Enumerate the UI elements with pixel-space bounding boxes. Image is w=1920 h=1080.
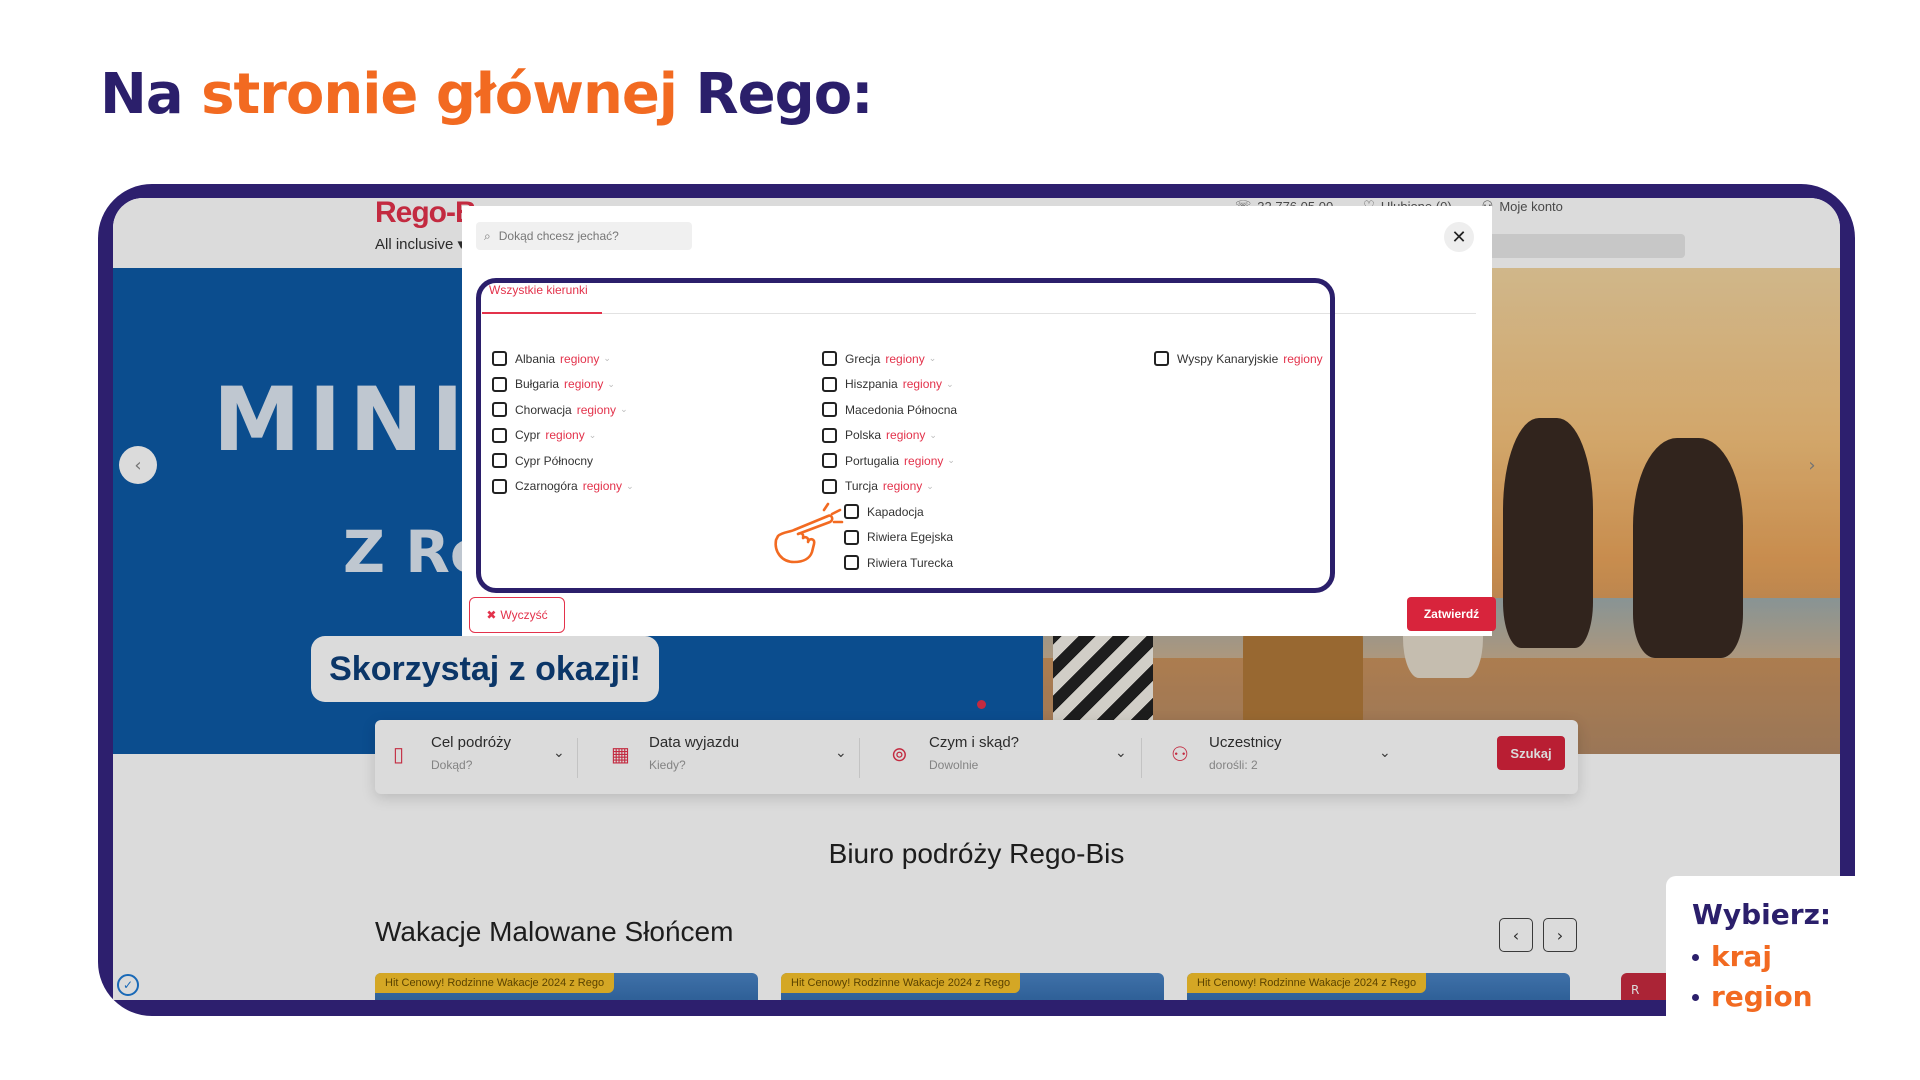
close-icon: ✕ <box>1451 226 1467 247</box>
search-icon: ⌕ <box>484 228 491 243</box>
callout-title: Wybierz: <box>1692 898 1832 931</box>
clear-button-label: Wyczyść <box>500 608 548 622</box>
confirm-button[interactable]: Zatwierdź <box>1407 597 1496 631</box>
bullet-icon <box>1692 953 1699 961</box>
slide-title-highlight: stronie głównej <box>201 62 678 127</box>
clear-button[interactable]: ✖ Wyczyść <box>469 597 565 633</box>
destination-search-placeholder: Dokąd chcesz jechać? <box>498 229 619 243</box>
close-button[interactable]: ✕ <box>1444 222 1474 252</box>
callout-list: kraj region <box>1692 937 1866 1017</box>
callout-item-text: kraj <box>1711 940 1772 973</box>
callout-item: kraj <box>1692 937 1866 977</box>
clear-x-icon: ✖ <box>486 608 497 622</box>
destination-search-input[interactable]: ⌕ Dokąd chcesz jechać? <box>476 222 692 250</box>
callout-item: region <box>1692 977 1866 1017</box>
bullet-icon <box>1692 993 1699 1001</box>
instruction-callout: Wybierz: kraj region <box>1666 876 1866 1016</box>
callout-item-text: region <box>1711 980 1813 1013</box>
pointing-hand-icon <box>774 502 844 564</box>
slide-title-suffix: Rego: <box>677 62 874 127</box>
slide-title-prefix: Na <box>100 62 202 127</box>
slide-title: Na stronie głównej Rego: <box>100 62 874 127</box>
highlight-box <box>476 278 1335 593</box>
